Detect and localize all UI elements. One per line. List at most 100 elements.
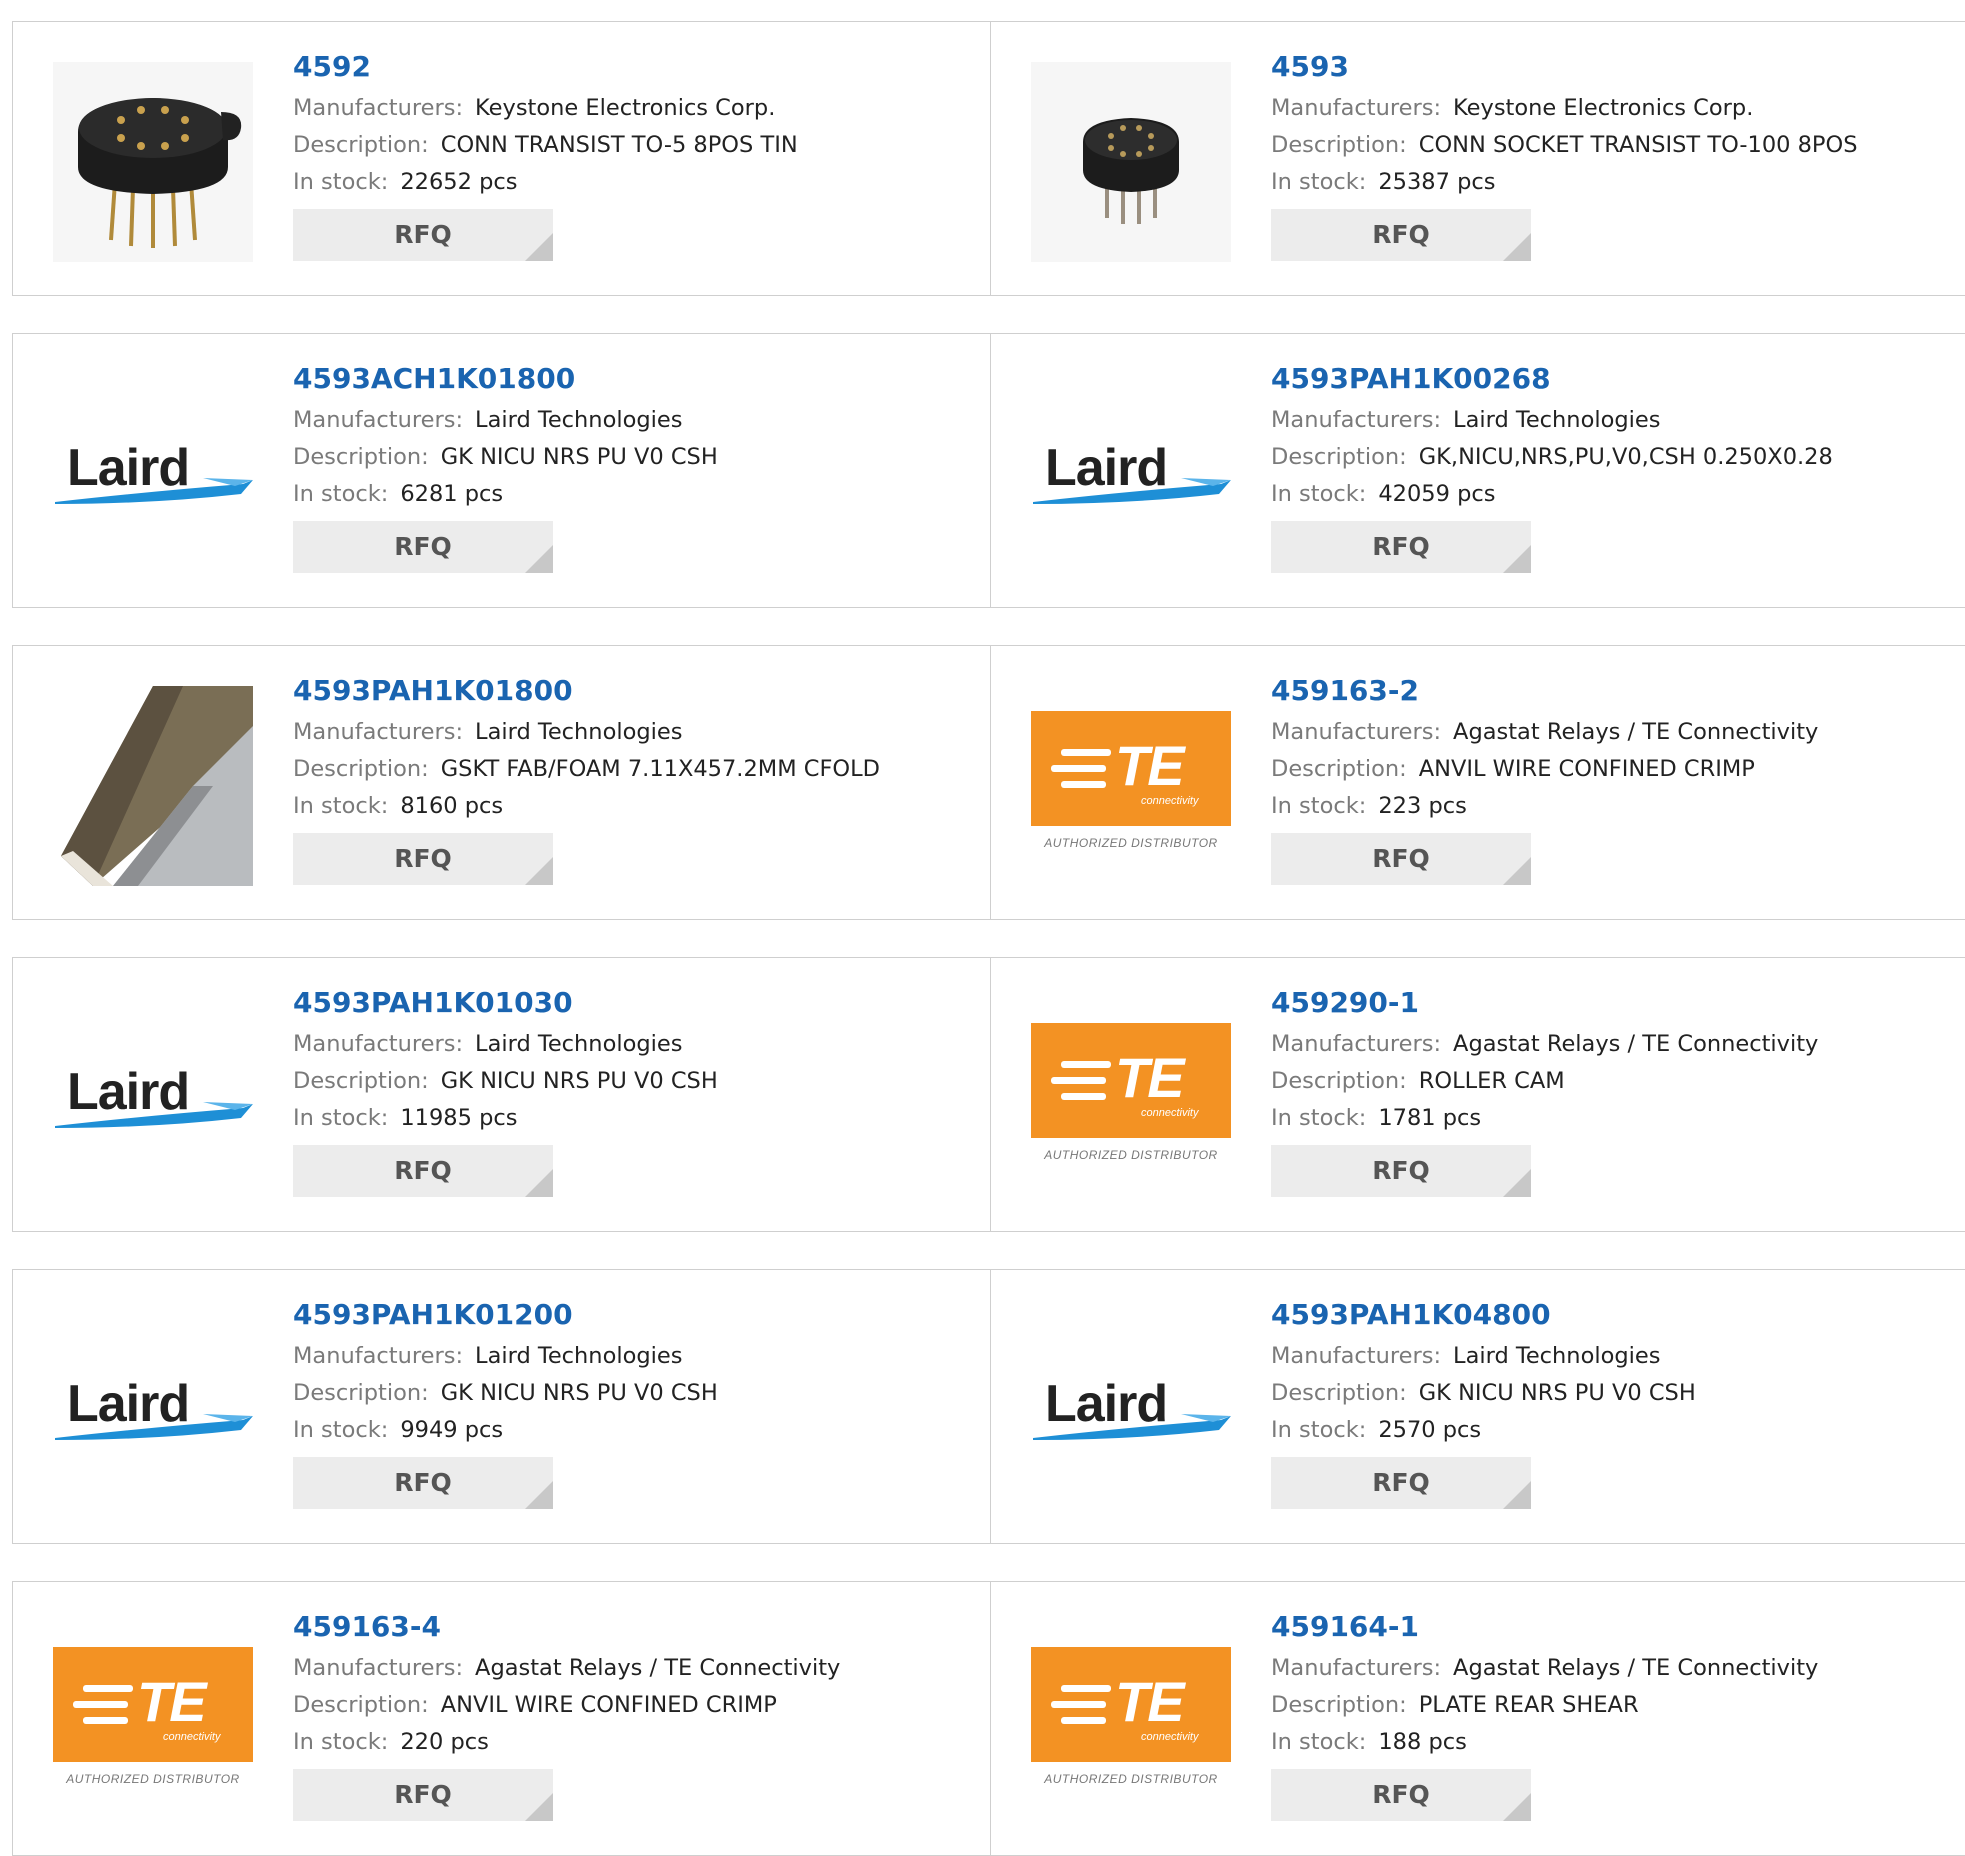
description-row: Description: ANVIL WIRE CONFINED CRIMP <box>1271 751 1959 788</box>
part-number-link[interactable]: 4593 <box>1271 50 1349 84</box>
te-connectivity-logo: TE connectivity AUTHORIZED DISTRIBUTOR <box>1031 711 1231 861</box>
part-number-link[interactable]: 4593ACH1K01800 <box>293 362 575 396</box>
description-value: GK NICU NRS PU V0 CSH <box>440 1379 718 1406</box>
rfq-button[interactable]: RFQ <box>293 1768 553 1821</box>
rfq-button[interactable]: RFQ <box>1271 1456 1531 1509</box>
rfq-button[interactable]: RFQ <box>1271 1768 1531 1821</box>
product-thumbnail[interactable] <box>53 686 253 886</box>
product-info: 459163-2 Manufacturers: Agastat Relays / T… <box>1271 674 1959 885</box>
in-stock-label: In stock: <box>293 168 389 195</box>
part-number-link[interactable]: 459290-1 <box>1271 986 1419 1020</box>
manufacturers-label: Manufacturers: <box>1271 718 1442 745</box>
product-thumbnail[interactable] <box>53 62 253 262</box>
corner-triangle-icon <box>525 1168 553 1197</box>
te-subtitle: connectivity <box>1141 1107 1199 1119</box>
product-thumbnail[interactable]: Laird <box>1031 1310 1231 1510</box>
te-connectivity-logo: TE connectivity AUTHORIZED DISTRIBUTOR <box>1031 1023 1231 1173</box>
part-number-link[interactable]: 4593PAH1K00268 <box>1271 362 1551 396</box>
manufacturers-label: Manufacturers: <box>1271 94 1442 121</box>
description-label: Description: <box>293 1379 429 1406</box>
stock-value: 11985 pcs <box>400 1104 518 1131</box>
part-number-link[interactable]: 459164-1 <box>1271 1610 1419 1644</box>
description-label: Description: <box>1271 755 1407 782</box>
manufacturer-row: Manufacturers: Agastat Relays / TE Connec… <box>1271 1650 1959 1687</box>
laird-wordmark: Laird <box>1045 439 1168 497</box>
in-stock-label: In stock: <box>1271 1728 1367 1755</box>
manufacturers-label: Manufacturers: <box>293 718 464 745</box>
product-thumbnail[interactable]: TE connectivity AUTHORIZED DISTRIBUTOR <box>53 1622 253 1822</box>
manufacturers-label: Manufacturers: <box>1271 1342 1442 1369</box>
rfq-button[interactable]: RFQ <box>293 1456 553 1509</box>
product-thumbnail[interactable]: Laird <box>53 998 253 1198</box>
rfq-button[interactable]: RFQ <box>1271 832 1531 885</box>
product-thumbnail[interactable]: TE connectivity AUTHORIZED DISTRIBUTOR <box>1031 998 1231 1198</box>
rfq-button[interactable]: RFQ <box>1271 208 1531 261</box>
product-info: 4593ACH1K01800 Manufacturers: Laird Techno… <box>293 362 972 573</box>
stock-row: In stock: 8160 pcs <box>293 788 972 825</box>
rfq-button[interactable]: RFQ <box>293 1144 553 1197</box>
part-number-link[interactable]: 4593PAH1K01030 <box>293 986 573 1020</box>
manufacturer-row: Manufacturers: Keystone Electronics Corp. <box>293 90 972 127</box>
manufacturer-value: Agastat Relays / TE Connectivity <box>1453 718 1819 745</box>
corner-triangle-icon <box>1503 1168 1531 1197</box>
rfq-button[interactable]: RFQ <box>1271 1144 1531 1197</box>
rfq-label: RFQ <box>1372 1468 1430 1498</box>
product-thumbnail[interactable]: Laird <box>53 374 253 574</box>
te-wordmark: TE <box>1115 1670 1185 1733</box>
rfq-button[interactable]: RFQ <box>1271 520 1531 573</box>
product-thumbnail[interactable]: Laird <box>1031 374 1231 574</box>
in-stock-label: In stock: <box>1271 168 1367 195</box>
stock-row: In stock: 11985 pcs <box>293 1100 972 1137</box>
in-stock-label: In stock: <box>293 480 389 507</box>
rfq-button[interactable]: RFQ <box>293 832 553 885</box>
corner-triangle-icon <box>525 544 553 573</box>
manufacturer-row: Manufacturers: Agastat Relays / TE Connec… <box>1271 714 1959 751</box>
part-number-link[interactable]: 4593PAH1K04800 <box>1271 1298 1551 1332</box>
stock-row: In stock: 188 pcs <box>1271 1724 1959 1761</box>
manufacturers-label: Manufacturers: <box>293 1342 464 1369</box>
product-card: Laird 4593PAH1K01030 Manufacturers: Laird … <box>12 957 993 1232</box>
part-number-link[interactable]: 459163-2 <box>1271 674 1419 708</box>
part-number-link[interactable]: 459163-4 <box>293 1610 441 1644</box>
product-info: 4593PAH1K04800 Manufacturers: Laird Techno… <box>1271 1298 1959 1509</box>
product-thumbnail[interactable]: TE connectivity AUTHORIZED DISTRIBUTOR <box>1031 1622 1231 1822</box>
laird-logo: Laird <box>1031 1370 1231 1450</box>
manufacturer-row: Manufacturers: Agastat Relays / TE Connec… <box>293 1650 972 1687</box>
manufacturers-label: Manufacturers: <box>293 94 464 121</box>
stock-row: In stock: 9949 pcs <box>293 1412 972 1449</box>
description-value: ANVIL WIRE CONFINED CRIMP <box>1418 755 1755 782</box>
rfq-label: RFQ <box>1372 1156 1430 1186</box>
description-value: GK NICU NRS PU V0 CSH <box>440 1067 718 1094</box>
laird-wordmark: Laird <box>67 1063 190 1121</box>
product-thumbnail[interactable] <box>1031 62 1231 262</box>
description-row: Description: PLATE REAR SHEAR <box>1271 1687 1959 1724</box>
part-number-link[interactable]: 4593PAH1K01200 <box>293 1298 573 1332</box>
product-info: 4593 Manufacturers: Keystone Electronics C… <box>1271 50 1959 261</box>
stock-row: In stock: 22652 pcs <box>293 164 972 201</box>
rfq-label: RFQ <box>394 844 452 874</box>
description-row: Description: GK NICU NRS PU V0 CSH <box>1271 1375 1959 1412</box>
corner-triangle-icon <box>525 1480 553 1509</box>
rfq-button[interactable]: RFQ <box>293 208 553 261</box>
product-card: Laird 4593PAH1K01200 Manufacturers: Laird … <box>12 1269 993 1544</box>
description-value: GK,NICU,NRS,PU,V0,CSH 0.250X0.28 <box>1418 443 1833 470</box>
stock-row: In stock: 25387 pcs <box>1271 164 1959 201</box>
manufacturers-label: Manufacturers: <box>1271 1030 1442 1057</box>
manufacturer-value: Agastat Relays / TE Connectivity <box>1453 1654 1819 1681</box>
description-label: Description: <box>1271 1067 1407 1094</box>
part-number-link[interactable]: 4592 <box>293 50 371 84</box>
corner-triangle-icon <box>525 856 553 885</box>
description-label: Description: <box>293 755 429 782</box>
product-thumbnail[interactable]: Laird <box>53 1310 253 1510</box>
description-label: Description: <box>1271 1691 1407 1718</box>
product-thumbnail[interactable]: TE connectivity AUTHORIZED DISTRIBUTOR <box>1031 686 1231 886</box>
description-row: Description: GK NICU NRS PU V0 CSH <box>293 439 972 476</box>
stock-row: In stock: 1781 pcs <box>1271 1100 1959 1137</box>
product-info: 4593PAH1K00268 Manufacturers: Laird Techno… <box>1271 362 1959 573</box>
description-value: GSKT FAB/FOAM 7.11X457.2MM CFOLD <box>440 755 880 782</box>
description-label: Description: <box>293 1691 429 1718</box>
manufacturer-row: Manufacturers: Laird Technologies <box>1271 1338 1959 1375</box>
corner-triangle-icon <box>525 232 553 261</box>
part-number-link[interactable]: 4593PAH1K01800 <box>293 674 573 708</box>
rfq-button[interactable]: RFQ <box>293 520 553 573</box>
